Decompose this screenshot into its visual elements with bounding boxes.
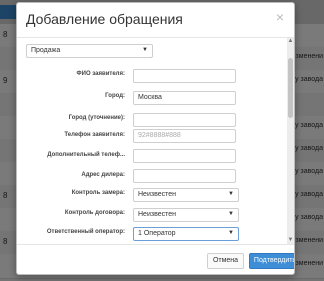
add-request-dialog: Добавление обращения × Продажа ▼ ФИО зая… [16,2,295,275]
phone-input[interactable]: 92#8888#888 [133,129,236,143]
dealer-address-input[interactable] [133,169,236,183]
phone-label: Телефон заявителя: [64,132,125,138]
confirm-button[interactable]: Подтвердить [249,253,294,269]
scroll-up-icon[interactable]: ▲ [287,38,294,45]
city-refinement-label: Город (уточнение): [68,115,125,121]
dialog-scrollbar[interactable]: ▲ ▼ [287,38,294,244]
scrollbar-thumb[interactable] [288,58,293,118]
dialog-body: Продажа ▼ ФИО заявителя: Город: Москва Г… [17,38,287,244]
contract-control-select[interactable]: Неизвестен ▼ [133,208,239,222]
extra-phone-input[interactable] [133,149,236,163]
chevron-down-icon: ▼ [228,211,234,217]
contract-control-value: Неизвестен [138,211,176,218]
dealer-address-label: Адрес дилера: [81,172,125,178]
request-type-value: Продажа [31,47,61,54]
measure-control-label: Контроль замера: [71,190,125,196]
city-input[interactable]: Москва [133,91,236,105]
chevron-down-icon: ▼ [228,230,234,236]
chevron-down-icon: ▼ [228,191,234,197]
chevron-down-icon: ▼ [142,47,148,53]
city-refinement-input[interactable] [133,113,236,127]
request-type-select[interactable]: Продажа ▼ [26,44,153,58]
dialog-title: Добавление обращения [26,11,183,27]
fio-label: ФИО заявителя: [76,71,125,77]
cancel-button[interactable]: Отмена [207,253,244,269]
scroll-down-icon[interactable]: ▼ [287,237,294,244]
operator-label: Ответственный оператор: [46,229,125,235]
operator-select[interactable]: 1 Оператор ▼ [133,227,239,241]
footer-divider [17,244,294,245]
extra-phone-label: Дополнительный телеф... [47,152,125,158]
operator-value: 1 Оператор [138,230,176,237]
fio-input[interactable] [133,69,236,83]
measure-control-select[interactable]: Неизвестен ▼ [133,188,239,202]
close-icon[interactable]: × [273,10,287,24]
contract-control-label: Контроль договора: [64,210,125,216]
measure-control-value: Неизвестен [138,191,176,198]
city-label: Город: [105,93,125,99]
